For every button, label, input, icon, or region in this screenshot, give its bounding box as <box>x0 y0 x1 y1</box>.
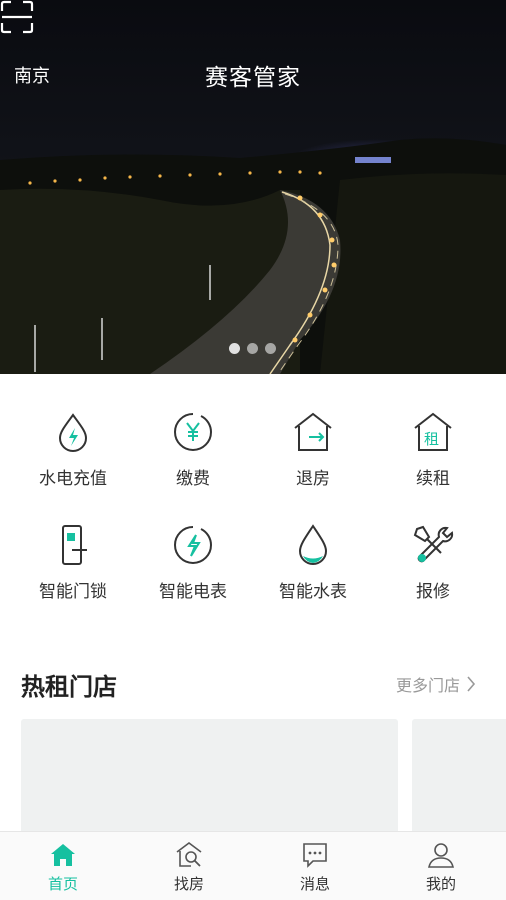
carousel-dot[interactable] <box>229 343 240 354</box>
service-label: 智能门锁 <box>39 582 107 602</box>
service-label: 水电充值 <box>39 469 107 489</box>
service-smart-water-meter[interactable]: 智能水表 <box>250 523 376 602</box>
message-icon <box>303 843 327 868</box>
yen-payment-icon <box>174 413 212 451</box>
user-icon <box>428 843 454 868</box>
store-card[interactable] <box>412 719 506 839</box>
house-checkout-icon <box>294 412 332 451</box>
more-stores-label: 更多门店 <box>396 676 461 695</box>
service-label: 退房 <box>296 469 330 489</box>
app-title: 赛客管家 <box>205 65 301 91</box>
tab-find-house[interactable]: 找房 <box>126 832 252 900</box>
service-repair[interactable]: 报修 <box>370 523 496 602</box>
service-label: 续租 <box>416 469 450 489</box>
smart-meter-icon <box>174 526 212 564</box>
service-label: 智能水表 <box>279 582 347 602</box>
tab-label: 首页 <box>47 875 78 893</box>
carousel-indicator <box>229 343 276 354</box>
house-search-icon <box>176 842 202 867</box>
more-stores-link[interactable]: 更多门店 <box>396 672 476 696</box>
tab-home[interactable]: 首页 <box>0 832 126 900</box>
tab-label: 消息 <box>299 875 330 893</box>
tab-messages[interactable]: 消息 <box>252 832 378 900</box>
water-drop-lightning-icon <box>58 413 88 452</box>
service-label: 缴费 <box>176 469 210 489</box>
service-water-electric-recharge[interactable]: 水电充值 <box>10 410 136 489</box>
home-icon <box>51 844 75 866</box>
water-meter-icon <box>298 524 328 565</box>
banner-carousel[interactable]: 南京 赛客管家 <box>0 0 506 374</box>
banner-image <box>0 138 506 374</box>
hot-stores-title: 热租门店 <box>21 673 117 701</box>
repair-tools-icon <box>413 525 454 563</box>
service-smart-electric-meter[interactable]: 智能电表 <box>130 523 256 602</box>
house-rent-icon: 租 <box>414 412 452 451</box>
carousel-dot[interactable] <box>265 343 276 354</box>
service-label: 报修 <box>416 582 450 602</box>
tab-label: 找房 <box>173 875 204 893</box>
bottom-tab-bar: 首页 找房 消息 我的 <box>0 831 506 900</box>
scan-icon[interactable] <box>0 0 34 34</box>
store-card[interactable] <box>21 719 398 839</box>
service-payment[interactable]: 缴费 <box>130 410 256 489</box>
service-label: 智能电表 <box>159 582 227 602</box>
smart-lock-icon <box>62 525 87 565</box>
svg-text:租: 租 <box>424 430 439 448</box>
tab-profile[interactable]: 我的 <box>378 832 504 900</box>
service-smart-lock[interactable]: 智能门锁 <box>10 523 136 602</box>
chevron-right-icon <box>467 676 476 692</box>
carousel-dot[interactable] <box>247 343 258 354</box>
tab-label: 我的 <box>425 875 456 893</box>
service-checkout[interactable]: 退房 <box>250 410 376 489</box>
service-renew[interactable]: 租 续租 <box>370 410 496 489</box>
